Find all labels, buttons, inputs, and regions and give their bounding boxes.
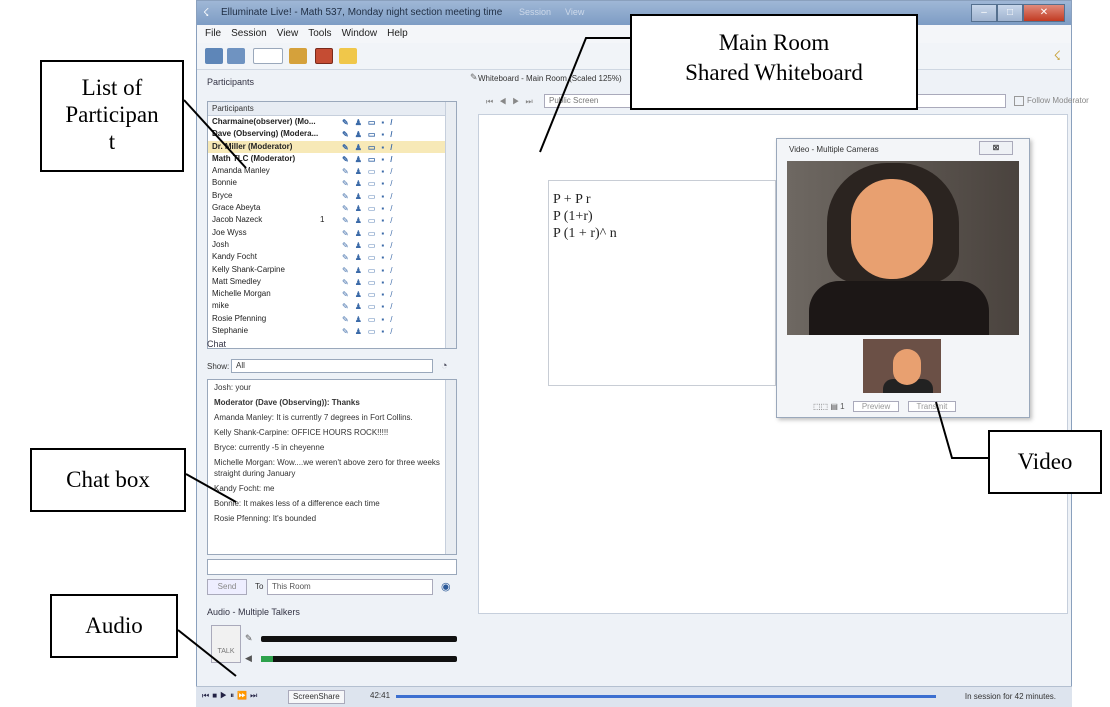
annotation-audio: Audio [50, 594, 178, 658]
annotation-line: Main Room [718, 30, 830, 55]
list-leader-line [183, 99, 247, 169]
annotation-whiteboard: Main Room Shared Whiteboard [630, 14, 918, 110]
annotation-line: List of [81, 75, 143, 100]
annotation-line: Shared Whiteboard [685, 60, 863, 85]
video-leader-line [935, 401, 988, 459]
annotation-line: Participan [65, 102, 159, 127]
annotation-chat-box: Chat box [30, 448, 186, 512]
chat-leader-line [185, 473, 237, 503]
annotation-participants-list: List of Participan t [40, 60, 184, 172]
main-leader-line [539, 37, 630, 153]
annotation-line: t [108, 129, 116, 154]
audio-leader-line [177, 629, 237, 677]
annotation-video: Video [988, 430, 1102, 494]
